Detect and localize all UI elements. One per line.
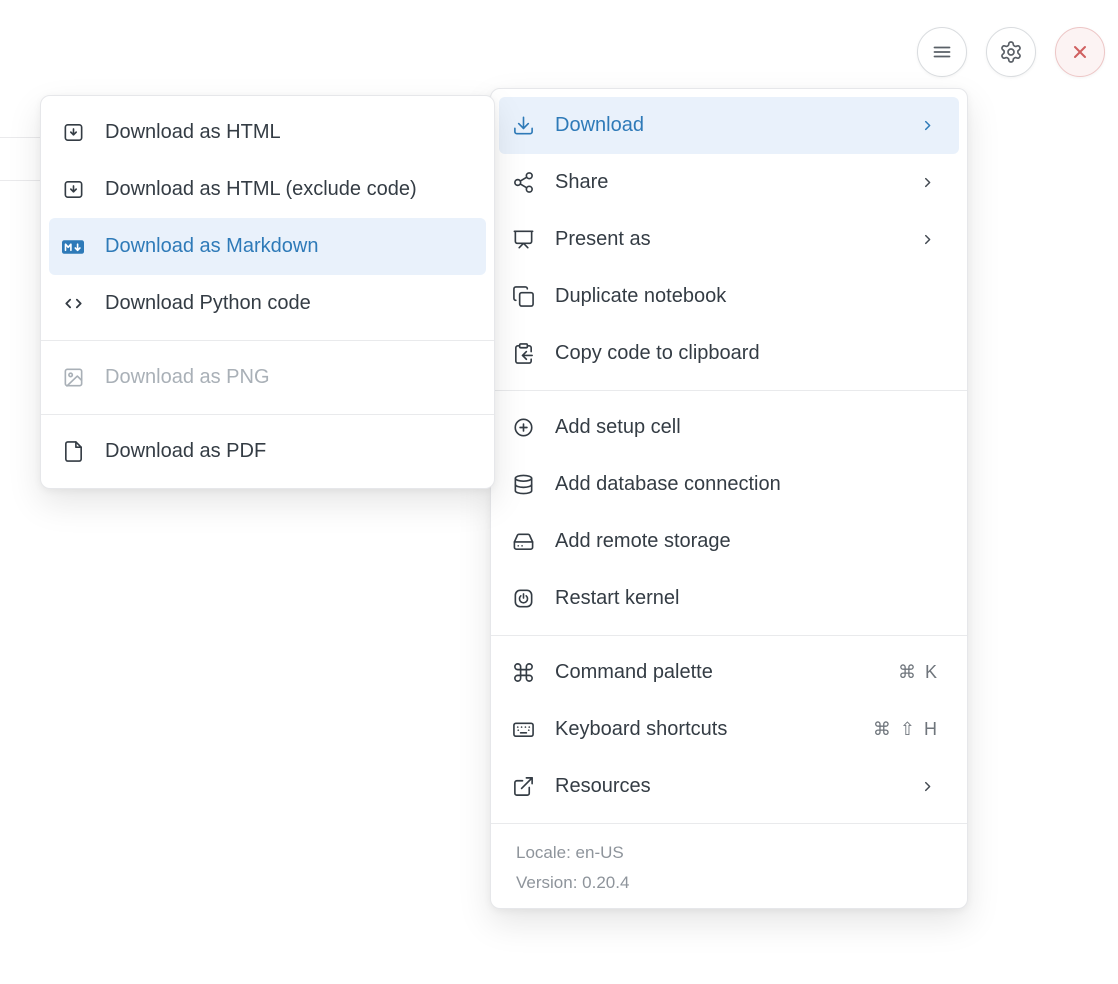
download-item-download-as-pdf[interactable]: Download as PDF bbox=[49, 423, 486, 480]
menu-item-download[interactable]: Download bbox=[499, 97, 959, 154]
menu-item-label: Download as HTML (exclude code) bbox=[105, 178, 417, 201]
menu-item-present-as[interactable]: Present as bbox=[499, 211, 959, 268]
menu-item-label: Duplicate notebook bbox=[555, 285, 726, 308]
settings-button[interactable] bbox=[986, 27, 1036, 77]
chevron-right-icon bbox=[915, 117, 939, 134]
image-icon bbox=[61, 366, 85, 389]
menu-item-label: Download as Markdown bbox=[105, 235, 318, 258]
menu-footer: Locale: en-USVersion: 0.20.4 bbox=[499, 832, 959, 900]
menu-item-copy-code-to-clipboard[interactable]: Copy code to clipboard bbox=[499, 325, 959, 382]
menu-item-add-remote-storage[interactable]: Add remote storage bbox=[499, 513, 959, 570]
app-screen: Download Share Present as Duplicate noteboo… bbox=[0, 0, 1118, 984]
download-item-download-python-code[interactable]: Download Python code bbox=[49, 275, 486, 332]
version-text: Version: 0.20.4 bbox=[516, 868, 942, 898]
hamburger-icon bbox=[930, 40, 954, 64]
menu-item-label: Keyboard shortcuts bbox=[555, 718, 727, 741]
chevron-right-icon bbox=[915, 778, 939, 795]
hard-drive-icon bbox=[511, 530, 535, 553]
menu-item-restart-kernel[interactable]: Restart kernel bbox=[499, 570, 959, 627]
top-toolbar bbox=[917, 27, 1105, 77]
menu-divider bbox=[41, 414, 494, 415]
keyboard-icon bbox=[511, 718, 535, 741]
code-icon bbox=[61, 292, 85, 315]
download-item-download-as-png[interactable]: Download as PNG bbox=[49, 349, 486, 406]
menu-item-command-palette[interactable]: Command palette ⌘ K bbox=[499, 644, 959, 701]
menu-item-label: Add remote storage bbox=[555, 530, 731, 553]
menu-item-label: Restart kernel bbox=[555, 587, 680, 610]
presentation-icon bbox=[511, 228, 535, 251]
menu-divider bbox=[41, 340, 494, 341]
duplicate-icon bbox=[511, 285, 535, 308]
menu-item-label: Download as PDF bbox=[105, 440, 266, 463]
plus-circle-icon bbox=[511, 416, 535, 439]
power-icon bbox=[511, 587, 535, 610]
download-box-icon bbox=[61, 178, 85, 201]
menu-item-keyboard-shortcuts[interactable]: Keyboard shortcuts ⌘ ⇧ H bbox=[499, 701, 959, 758]
menu-item-label: Add setup cell bbox=[555, 416, 681, 439]
share-icon bbox=[511, 171, 535, 194]
menu-item-share[interactable]: Share bbox=[499, 154, 959, 211]
download-item-download-as-html[interactable]: Download as HTML bbox=[49, 104, 486, 161]
menu-divider bbox=[491, 390, 967, 391]
menu-divider bbox=[491, 823, 967, 824]
menu-item-label: Download bbox=[555, 114, 644, 137]
clipboard-copy-icon bbox=[511, 342, 535, 365]
menu-item-resources[interactable]: Resources bbox=[499, 758, 959, 815]
command-icon bbox=[511, 661, 535, 684]
database-icon bbox=[511, 473, 535, 496]
close-button[interactable] bbox=[1055, 27, 1105, 77]
menu-divider bbox=[491, 635, 967, 636]
notebook-menu-button[interactable] bbox=[917, 27, 967, 77]
shortcut-hint: ⌘ K bbox=[898, 662, 939, 683]
menu-item-add-database-connection[interactable]: Add database connection bbox=[499, 456, 959, 513]
external-link-icon bbox=[511, 775, 535, 798]
locale-text: Locale: en-US bbox=[516, 838, 942, 868]
chevron-right-icon bbox=[915, 174, 939, 191]
shortcut-hint: ⌘ ⇧ H bbox=[873, 719, 939, 740]
menu-item-duplicate-notebook[interactable]: Duplicate notebook bbox=[499, 268, 959, 325]
menu-item-label: Download as HTML bbox=[105, 121, 281, 144]
menu-item-label: Download as PNG bbox=[105, 366, 270, 389]
menu-item-label: Command palette bbox=[555, 661, 713, 684]
menu-item-label: Copy code to clipboard bbox=[555, 342, 760, 365]
notebook-cell-edge bbox=[0, 137, 42, 181]
close-icon bbox=[1068, 40, 1092, 64]
download-icon bbox=[511, 114, 535, 137]
menu-item-label: Download Python code bbox=[105, 292, 311, 315]
file-icon bbox=[61, 440, 85, 463]
gear-icon bbox=[999, 40, 1023, 64]
download-item-download-as-markdown[interactable]: Download as Markdown bbox=[49, 218, 486, 275]
menu-item-label: Share bbox=[555, 171, 608, 194]
download-box-icon bbox=[61, 121, 85, 144]
markdown-icon bbox=[61, 235, 85, 259]
download-item-download-as-html-exclude-code[interactable]: Download as HTML (exclude code) bbox=[49, 161, 486, 218]
download-submenu: Download as HTML Download as HTML (exclud… bbox=[40, 95, 495, 489]
menu-item-label: Present as bbox=[555, 228, 651, 251]
menu-item-label: Add database connection bbox=[555, 473, 781, 496]
menu-item-label: Resources bbox=[555, 775, 651, 798]
notebook-actions-menu: Download Share Present as Duplicate noteboo… bbox=[490, 88, 968, 909]
menu-item-add-setup-cell[interactable]: Add setup cell bbox=[499, 399, 959, 456]
chevron-right-icon bbox=[915, 231, 939, 248]
